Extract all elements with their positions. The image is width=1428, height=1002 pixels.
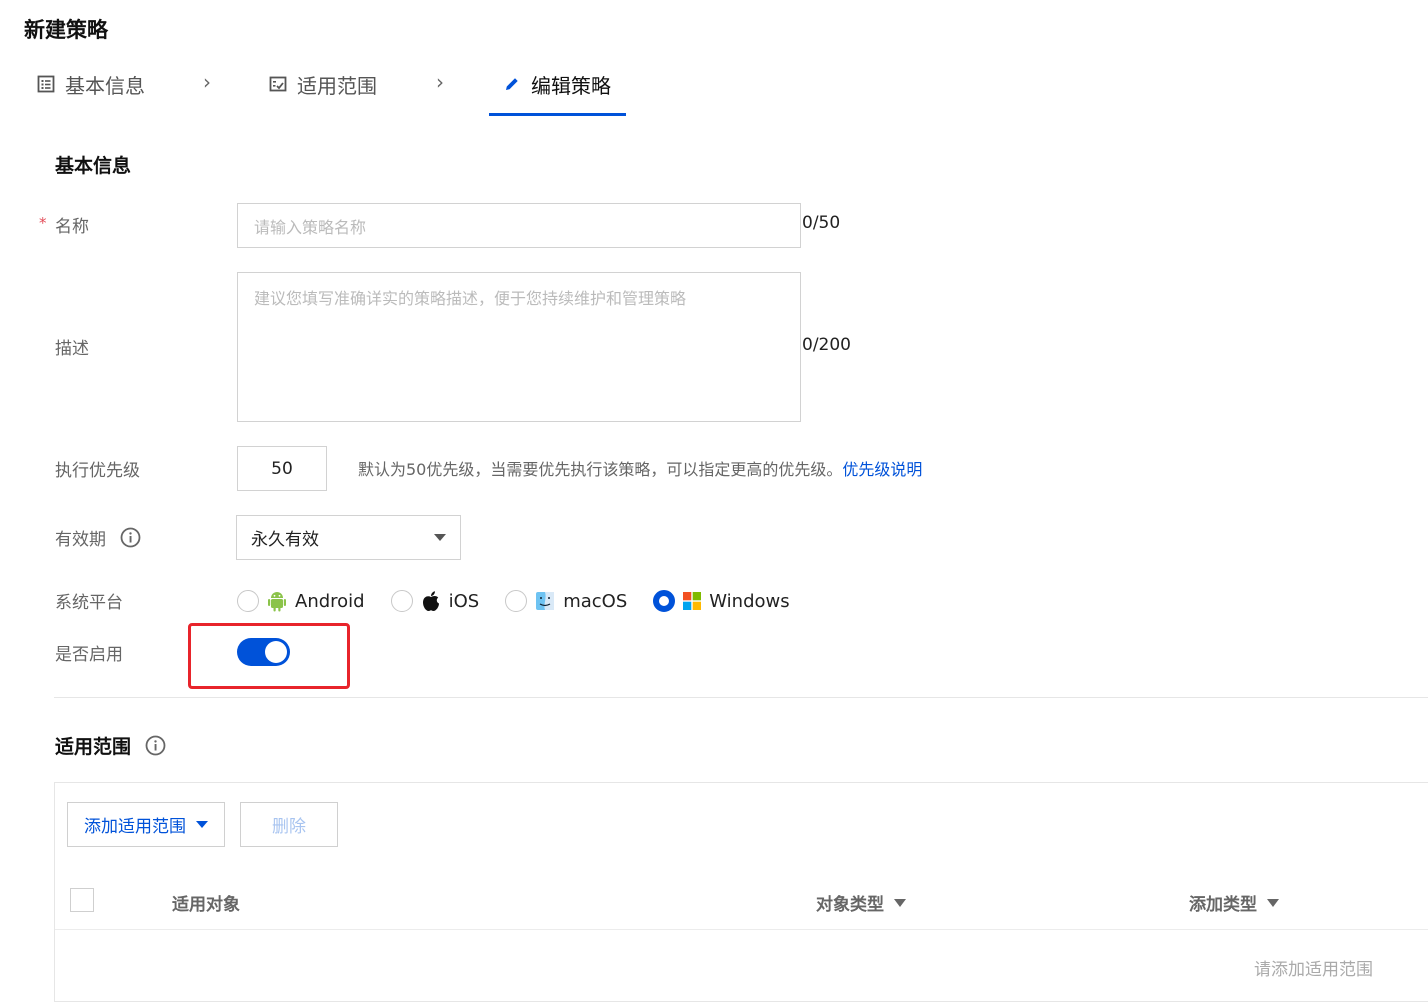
delete-label: 删除 bbox=[272, 817, 306, 837]
priority-value: 50 bbox=[271, 458, 293, 479]
radio-macos[interactable]: macOS bbox=[505, 590, 627, 612]
radio-circle bbox=[390, 590, 413, 612]
column-label: 适用对象 bbox=[172, 895, 240, 915]
delete-button[interactable]: 删除 bbox=[240, 802, 338, 847]
radio-android[interactable]: Android bbox=[237, 590, 365, 612]
active-step-indicator bbox=[489, 113, 626, 116]
name-input[interactable]: 请输入策略名称 bbox=[237, 203, 801, 248]
priority-input[interactable]: 50 bbox=[237, 446, 327, 491]
radio-circle-selected bbox=[653, 590, 676, 612]
priority-label: 执行优先级 bbox=[55, 461, 140, 481]
empty-table-text: 请添加适用范围 bbox=[1254, 960, 1373, 980]
select-all-checkbox[interactable] bbox=[70, 888, 94, 912]
description-placeholder: 建议您填写准确详实的策略描述，便于您持续维护和管理策略 bbox=[254, 289, 687, 308]
step-edit-policy[interactable]: 编辑策略 bbox=[503, 68, 611, 100]
column-header-target: 适用对象 bbox=[172, 890, 240, 915]
description-textarea[interactable]: 建议您填写准确详实的策略描述，便于您持续维护和管理策略 bbox=[237, 272, 801, 422]
step-label: 编辑策略 bbox=[531, 73, 611, 98]
enabled-label: 是否启用 bbox=[55, 645, 123, 665]
radio-label: Windows bbox=[709, 590, 790, 612]
add-scope-button[interactable]: 添加适用范围 bbox=[67, 802, 225, 847]
apple-icon bbox=[422, 591, 439, 611]
name-counter: 0/50 bbox=[802, 213, 841, 233]
chevron-right-icon: › bbox=[203, 70, 211, 94]
table-header-divider bbox=[55, 929, 1428, 930]
info-icon[interactable] bbox=[145, 735, 166, 756]
name-placeholder: 请输入策略名称 bbox=[254, 217, 367, 237]
platform-label: 系统平台 bbox=[55, 593, 123, 613]
filter-icon[interactable] bbox=[894, 898, 906, 907]
priority-help-link[interactable]: 优先级说明 bbox=[842, 460, 922, 479]
caret-down-icon bbox=[196, 821, 208, 828]
priority-hint-text: 默认为50优先级，当需要优先执行该策略，可以指定更高的优先级。 bbox=[358, 460, 843, 479]
radio-circle bbox=[237, 590, 259, 612]
description-counter: 0/200 bbox=[802, 335, 851, 355]
validity-select[interactable]: 永久有效 bbox=[236, 515, 461, 560]
highlight-box bbox=[188, 623, 350, 689]
info-icon[interactable] bbox=[120, 527, 141, 548]
validity-label: 有效期 bbox=[55, 530, 106, 550]
page-title: 新建策略 bbox=[24, 18, 108, 42]
scope-title-row: 适用范围 bbox=[55, 732, 166, 759]
section-title-basic: 基本信息 bbox=[55, 155, 132, 177]
required-mark: * bbox=[39, 214, 47, 232]
radio-label: macOS bbox=[563, 590, 628, 612]
column-label: 对象类型 bbox=[816, 895, 884, 915]
column-header-object-type[interactable]: 对象类型 bbox=[816, 890, 906, 915]
radio-label: Android bbox=[295, 590, 365, 612]
column-label: 添加类型 bbox=[1189, 895, 1257, 915]
scope-icon bbox=[269, 76, 287, 92]
pencil-icon bbox=[506, 78, 518, 90]
radio-ios[interactable]: iOS bbox=[390, 590, 480, 612]
column-header-add-type[interactable]: 添加类型 bbox=[1189, 890, 1279, 915]
priority-hint: 默认为50优先级，当需要优先执行该策略，可以指定更高的优先级。优先级说明 bbox=[358, 456, 922, 480]
validity-selected: 永久有效 bbox=[251, 530, 319, 550]
step-basic-info[interactable]: 基本信息 bbox=[37, 68, 145, 100]
add-scope-label: 添加适用范围 bbox=[84, 817, 186, 837]
radio-circle bbox=[505, 590, 528, 612]
android-icon bbox=[268, 592, 286, 612]
description-label: 描述 bbox=[55, 339, 89, 359]
form-icon bbox=[37, 75, 55, 93]
section-divider bbox=[54, 697, 1428, 698]
step-scope[interactable]: 适用范围 bbox=[269, 68, 377, 100]
chevron-right-icon: › bbox=[436, 70, 444, 94]
step-label: 适用范围 bbox=[297, 73, 377, 98]
radio-windows[interactable]: Windows bbox=[653, 590, 790, 612]
filter-icon[interactable] bbox=[1267, 898, 1279, 907]
section-title-scope: 适用范围 bbox=[55, 736, 132, 758]
step-label: 基本信息 bbox=[65, 73, 145, 98]
radio-label: iOS bbox=[448, 590, 480, 612]
finder-icon bbox=[536, 592, 555, 610]
name-label: 名称 bbox=[55, 217, 89, 237]
validity-label-row: 有效期 bbox=[55, 525, 141, 550]
chevron-down-icon bbox=[434, 534, 446, 541]
platform-radio-group: Android iOS macOS Windows bbox=[237, 586, 816, 616]
windows-icon bbox=[683, 592, 702, 610]
